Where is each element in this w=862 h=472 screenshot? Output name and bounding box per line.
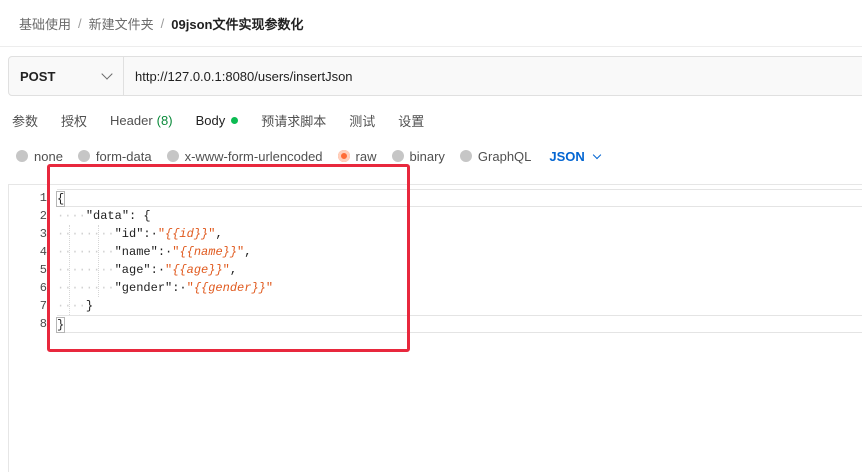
line-number: 7 [39, 299, 47, 313]
radio-checked-icon [337, 150, 350, 162]
radio-icon [16, 150, 28, 162]
url-input[interactable]: http://127.0.0.1:8080/users/insertJson [124, 69, 353, 84]
radio-label: none [34, 148, 63, 164]
method-select[interactable]: POST [9, 57, 124, 95]
radio-raw[interactable]: raw [337, 148, 377, 164]
radio-label: binary [409, 148, 445, 164]
radio-label: GraphQL [477, 148, 532, 164]
header-count-badge: (8) [156, 112, 173, 128]
request-tabs: 参数 授权 Header (8) Body 预请求脚本 测试 设置 [12, 110, 447, 130]
breadcrumb-item-basic[interactable]: 基础使用 [19, 14, 71, 33]
tab-label: 授权 [61, 113, 88, 129]
radio-binary[interactable]: binary [391, 148, 445, 164]
line-number: 1 [39, 191, 47, 205]
tab-label: 参数 [12, 113, 39, 129]
header-divider [0, 46, 862, 47]
radio-graphql[interactable]: GraphQL [459, 148, 532, 164]
line-number: 2 [39, 209, 47, 223]
radio-icon [166, 150, 179, 162]
request-bar: POST http://127.0.0.1:8080/users/insertJ… [8, 56, 862, 96]
line-number-gutter: 1 2 3 4 5 6 7 8 [9, 189, 47, 333]
breadcrumb: 基础使用 / 新建文件夹 / 09json文件实现参数化 [19, 14, 303, 32]
tab-settings[interactable]: 设置 [398, 111, 424, 130]
request-editor-screen: 基础使用 / 新建文件夹 / 09json文件实现参数化 POST http:/… [0, 0, 862, 472]
chevron-down-icon [592, 150, 602, 159]
radio-label: raw [355, 148, 377, 164]
format-label: JSON [549, 148, 585, 164]
breadcrumb-separator: / [78, 15, 82, 31]
tab-headers[interactable]: Header (8) [110, 113, 173, 128]
breadcrumb-item-request[interactable]: 09json文件实现参数化 [171, 14, 303, 33]
chevron-down-icon [101, 68, 113, 80]
radio-label: form-data [95, 148, 152, 164]
highlight-annotation-box [47, 164, 410, 352]
body-type-selector: none form-data x-www-form-urlencoded raw… [16, 147, 602, 165]
radio-urlencoded[interactable]: x-www-form-urlencoded [166, 148, 323, 164]
tab-label: 设置 [398, 113, 425, 129]
tab-pre-request-script[interactable]: 预请求脚本 [261, 111, 326, 130]
radio-icon [391, 150, 404, 162]
line-number: 8 [39, 317, 47, 331]
line-number: 5 [39, 263, 47, 277]
tab-tests[interactable]: 测试 [349, 111, 375, 130]
radio-icon [77, 150, 90, 162]
radio-label: x-www-form-urlencoded [184, 148, 323, 164]
format-select[interactable]: JSON [549, 148, 602, 164]
status-dot-icon [231, 116, 239, 124]
tab-auth[interactable]: 授权 [61, 111, 87, 130]
line-number: 4 [39, 245, 47, 259]
tab-label: 预请求脚本 [261, 113, 327, 129]
method-label: POST [20, 68, 56, 84]
tab-label: 测试 [349, 113, 376, 129]
line-number: 6 [39, 281, 47, 295]
radio-form-data[interactable]: form-data [77, 148, 152, 164]
radio-icon [459, 150, 472, 162]
tab-body[interactable]: Body [196, 113, 239, 128]
tab-params[interactable]: 参数 [12, 111, 38, 130]
tab-label: Body [195, 112, 226, 128]
breadcrumb-separator: / [160, 15, 165, 31]
radio-none[interactable]: none [16, 149, 63, 164]
breadcrumb-item-folder[interactable]: 新建文件夹 [89, 14, 154, 33]
tab-label: Header [110, 112, 153, 128]
line-number: 3 [39, 227, 47, 241]
